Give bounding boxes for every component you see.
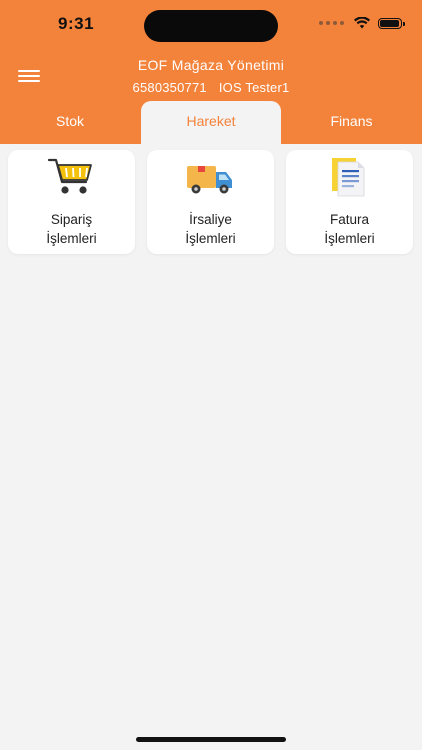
app-header: 9:31 EOF Mağaza Yönetimi 6580350771 IOS T… [0, 0, 422, 144]
tab-finans[interactable]: Finans [281, 101, 422, 144]
battery-icon [378, 17, 405, 29]
order-operations-card[interactable]: Sipariş İşlemleri [8, 150, 135, 254]
card-label: Fatura İşlemleri [286, 210, 413, 248]
action-cards: Sipariş İşlemleri İrsaliye İşlemleri Fat… [8, 150, 414, 254]
store-code: 6580350771 [132, 80, 207, 95]
home-indicator [136, 737, 286, 742]
invoice-operations-card[interactable]: Fatura İşlemleri [286, 150, 413, 254]
invoice-document-icon [332, 158, 365, 197]
status-icons [319, 17, 405, 29]
waybill-operations-card[interactable]: İrsaliye İşlemleri [147, 150, 274, 254]
dynamic-island [144, 10, 278, 42]
card-label-line2: İşlemleri [185, 231, 236, 246]
app-title: EOF Mağaza Yönetimi [137, 57, 285, 73]
card-label-line1: İrsaliye [189, 212, 232, 227]
tab-hareket[interactable]: Hareket [141, 101, 281, 144]
tab-bar: Stok Hareket Finans [0, 101, 422, 144]
wifi-icon [354, 17, 370, 29]
card-label-line2: İşlemleri [324, 231, 375, 246]
card-label-line2: İşlemleri [46, 231, 97, 246]
card-label: Sipariş İşlemleri [8, 210, 135, 248]
tab-stok[interactable]: Stok [0, 101, 140, 144]
cellular-signal-icon [319, 21, 344, 25]
card-label-line1: Fatura [329, 212, 370, 227]
delivery-truck-icon [187, 166, 232, 194]
card-label: İrsaliye İşlemleri [147, 210, 274, 248]
status-time: 9:31 [58, 14, 95, 33]
card-label-line1: Sipariş [50, 212, 93, 227]
shopping-cart-icon [47, 158, 92, 194]
user-name: IOS Tester1 [218, 80, 290, 95]
user-info: 6580350771 IOS Tester1 [0, 80, 422, 95]
